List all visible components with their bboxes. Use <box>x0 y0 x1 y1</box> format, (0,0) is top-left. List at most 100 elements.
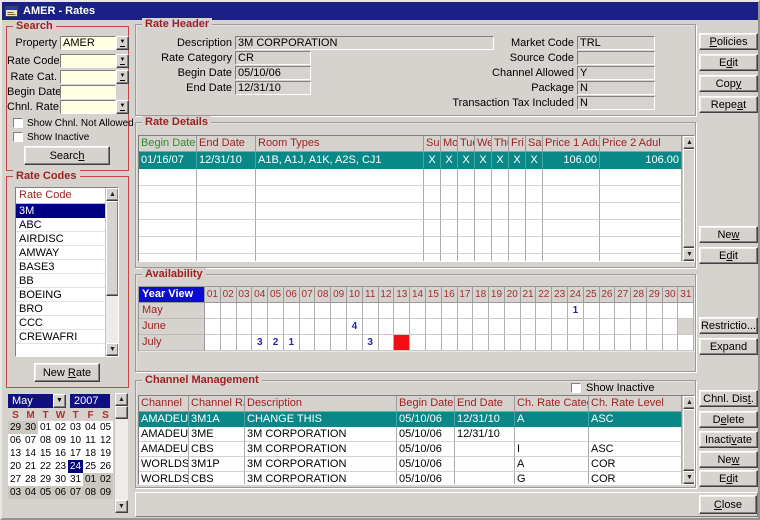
availability-cell[interactable] <box>394 319 410 335</box>
column-header[interactable]: Ch. Rate Category <box>515 396 589 412</box>
availability-cell[interactable] <box>300 319 316 335</box>
availability-cell[interactable] <box>205 303 221 319</box>
calendar-day[interactable]: 07 <box>23 434 38 447</box>
availability-cell[interactable] <box>315 319 331 335</box>
availability-cell[interactable] <box>237 319 253 335</box>
new-rate-detail-button[interactable]: New <box>699 226 758 243</box>
new-channel-button[interactable]: New <box>699 451 758 468</box>
availability-cell[interactable] <box>221 335 237 351</box>
scroll-up-icon[interactable]: ▲ <box>683 136 695 149</box>
search-checkbox[interactable] <box>13 118 23 128</box>
repeat-button[interactable]: Repeat <box>699 96 758 113</box>
calendar-day[interactable]: 04 <box>83 421 98 434</box>
calendar-day[interactable]: 05 <box>98 421 113 434</box>
rate-code-item[interactable]: BB <box>16 274 105 288</box>
scrollbar[interactable]: ▲▼ <box>105 188 119 356</box>
search-checkbox[interactable] <box>13 132 23 142</box>
calendar-day[interactable]: 08 <box>38 434 53 447</box>
calendar-day[interactable]: 22 <box>38 460 53 473</box>
availability-cell[interactable] <box>536 335 552 351</box>
availability-cell[interactable] <box>489 319 505 335</box>
availability-cell[interactable]: 1 <box>284 335 300 351</box>
availability-cell[interactable] <box>647 319 663 335</box>
calendar-day[interactable]: 28 <box>23 473 38 486</box>
edit-channel-button[interactable]: Edit <box>699 470 758 487</box>
column-header[interactable]: Wed <box>475 136 492 152</box>
search-property-input[interactable]: AMER <box>60 36 116 50</box>
calendar-day[interactable]: 17 <box>68 447 83 460</box>
availability-cell[interactable] <box>521 319 537 335</box>
availability-cell[interactable] <box>615 335 631 351</box>
scrollbar[interactable]: ▲▼ <box>682 136 695 261</box>
calendar-day[interactable]: 14 <box>23 447 38 460</box>
column-header[interactable]: Channel <box>139 396 189 412</box>
calendar-day[interactable]: 31 <box>68 473 83 486</box>
calendar-month-dropdown-icon[interactable]: ▼ <box>53 394 66 408</box>
availability-cell[interactable] <box>678 319 694 335</box>
availability-cell[interactable] <box>678 303 694 319</box>
calendar-day[interactable]: 29 <box>8 421 23 434</box>
availability-cell[interactable] <box>647 335 663 351</box>
availability-cell[interactable] <box>347 335 363 351</box>
calendar-day[interactable]: 20 <box>8 460 23 473</box>
calendar-day[interactable]: 23 <box>53 460 68 473</box>
calendar-day[interactable]: 05 <box>38 486 53 499</box>
availability-cell[interactable] <box>489 303 505 319</box>
scroll-thumb[interactable] <box>683 409 695 471</box>
search-rate-cat-input[interactable] <box>60 70 116 84</box>
column-header[interactable]: Tue <box>458 136 475 152</box>
rate-code-item[interactable]: CCC <box>16 316 105 330</box>
rate-code-item[interactable]: BOEING <box>16 288 105 302</box>
edit-rate-header-button[interactable]: Edit <box>699 54 758 71</box>
channel-row[interactable]: AMADEUS3ME3M CORPORATION05/10/0612/31/10 <box>139 427 694 442</box>
search-chnl-rate-input[interactable] <box>60 100 116 114</box>
channel-row[interactable]: WORLDSPA3M1P3M CORPORATION05/10/06ACOR <box>139 457 694 472</box>
calendar-day[interactable]: 03 <box>68 421 83 434</box>
calendar-day[interactable]: 06 <box>53 486 68 499</box>
availability-cell[interactable] <box>536 303 552 319</box>
availability-cell[interactable] <box>568 335 584 351</box>
availability-cell[interactable] <box>237 335 253 351</box>
calendar-day[interactable]: 30 <box>53 473 68 486</box>
availability-cell[interactable] <box>363 303 379 319</box>
availability-cell[interactable]: 2 <box>268 335 284 351</box>
column-header[interactable]: Ch. Rate Level <box>589 396 682 412</box>
availability-cell[interactable] <box>426 303 442 319</box>
availability-cell[interactable] <box>631 335 647 351</box>
column-header[interactable]: Sun <box>424 136 441 152</box>
scroll-thumb[interactable] <box>106 201 119 296</box>
calendar-day[interactable]: 18 <box>83 447 98 460</box>
availability-cell[interactable] <box>205 319 221 335</box>
rate-code-item[interactable]: CREWAFRI <box>16 330 105 344</box>
scroll-down-icon[interactable]: ▼ <box>683 248 695 261</box>
availability-cell[interactable] <box>331 303 347 319</box>
availability-cell[interactable] <box>363 319 379 335</box>
availability-cell[interactable] <box>600 335 616 351</box>
calendar-day[interactable]: 10 <box>68 434 83 447</box>
copy-button[interactable]: Copy <box>699 75 758 92</box>
calendar-day[interactable]: 27 <box>8 473 23 486</box>
availability-cell[interactable] <box>442 319 458 335</box>
column-header[interactable]: Price 1 Adul <box>543 136 600 152</box>
calendar-day[interactable]: 11 <box>83 434 98 447</box>
rate-code-item[interactable]: AIRDISC <box>16 232 105 246</box>
availability-cell[interactable]: 1 <box>568 303 584 319</box>
availability-cell[interactable] <box>584 303 600 319</box>
calendar-day[interactable]: 30 <box>23 421 38 434</box>
availability-cell[interactable] <box>505 335 521 351</box>
availability-cell[interactable] <box>252 319 268 335</box>
column-header[interactable]: Begin Date <box>397 396 455 412</box>
column-header[interactable]: Fri <box>509 136 526 152</box>
title-bar[interactable]: AMER - Rates <box>2 2 758 20</box>
availability-cell[interactable] <box>331 319 347 335</box>
calendar-day[interactable]: 19 <box>98 447 113 460</box>
availability-cell[interactable]: 3 <box>363 335 379 351</box>
availability-cell[interactable] <box>331 335 347 351</box>
availability-cell[interactable] <box>552 335 568 351</box>
availability-cell[interactable] <box>315 303 331 319</box>
availability-cell[interactable] <box>615 319 631 335</box>
rate-code-item[interactable]: 3M <box>16 204 105 218</box>
availability-cell[interactable] <box>442 303 458 319</box>
availability-cell[interactable] <box>394 303 410 319</box>
availability-cell[interactable] <box>631 303 647 319</box>
